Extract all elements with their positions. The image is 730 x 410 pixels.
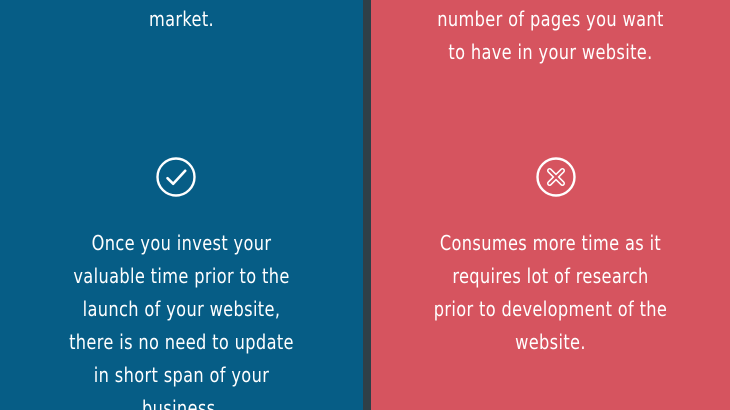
comparison-infographic: market. Once you invest your valuable ti… [0, 0, 730, 410]
pros-panel: market. Once you invest your valuable ti… [0, 0, 363, 410]
cons-body-text: Consumes more time as it requires lot of… [433, 231, 668, 354]
pros-body-text: Once you invest your valuable time prior… [69, 231, 294, 410]
cons-panel: number of pages you want to have in your… [371, 0, 730, 410]
cons-top-text: number of pages you want to have in your… [437, 7, 664, 64]
panel-divider [363, 0, 371, 410]
x-circle-icon [534, 155, 578, 199]
pros-top-text: market. [148, 7, 215, 31]
checkmark-circle-icon [154, 155, 198, 199]
